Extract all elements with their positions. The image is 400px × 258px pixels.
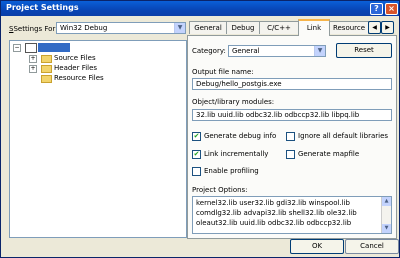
project-options-line: comdlg32.lib advapi32.lib shell32.lib ol… [196, 209, 357, 217]
tab-resource[interactable]: Resource [329, 21, 369, 34]
tree-item-label: Resource Files [54, 74, 104, 82]
tree-root-label[interactable] [38, 43, 70, 52]
link-tab-panel: Category: General ▼ Reset Output file na… [187, 35, 397, 239]
reset-button[interactable]: Reset [336, 43, 392, 58]
category-value: General [232, 47, 260, 55]
tree-item-label: Header Files [54, 64, 98, 72]
chevron-down-icon[interactable]: ▼ [174, 23, 185, 33]
tab-general[interactable]: General [189, 21, 227, 34]
cancel-button[interactable]: Cancel [345, 239, 399, 254]
generate-mapfile-checkbox[interactable] [286, 150, 295, 159]
ok-button[interactable]: OK [290, 239, 344, 254]
tab-debug[interactable]: Debug [226, 21, 260, 34]
ignore-default-libraries-label: Ignore all default libraries [298, 132, 389, 140]
project-icon [25, 43, 37, 53]
tree-item-label: Source Files [54, 54, 96, 62]
chevron-down-icon[interactable]: ▼ [314, 46, 325, 56]
enable-profiling-checkbox[interactable] [192, 167, 201, 176]
project-options-scrollbar[interactable]: ▲ ▼ [381, 197, 391, 233]
close-button[interactable]: × [385, 3, 398, 15]
expand-icon[interactable]: + [29, 65, 37, 73]
output-file-input[interactable]: Debug/hello_postgis.exe [192, 78, 392, 90]
category-combo[interactable]: General ▼ [228, 45, 326, 57]
collapse-icon[interactable]: − [13, 44, 21, 52]
scroll-down-icon[interactable]: ▼ [382, 224, 391, 233]
output-file-value: Debug/hello_postgis.exe [196, 80, 282, 88]
scroll-up-icon[interactable]: ▲ [382, 197, 391, 206]
project-tree[interactable]: − + Source Files + Header Files Resource… [9, 40, 187, 238]
tree-item-header-files[interactable]: + Header Files [29, 64, 149, 73]
tree-root[interactable]: − [13, 43, 93, 53]
project-options-line: kernel32.lib user32.lib gdi32.lib winspo… [196, 199, 350, 207]
settings-for-combo[interactable]: Win32 Debug ▼ [56, 22, 186, 34]
project-options-textarea[interactable]: kernel32.lib user32.lib gdi32.lib winspo… [192, 196, 392, 234]
project-settings-dialog: Project Settings ? × SSettings For: Win3… [0, 0, 400, 258]
tab-scroll-right-icon[interactable]: ▶ [381, 21, 394, 34]
window-title: Project Settings [6, 3, 79, 12]
tab-c-cpp[interactable]: C/C++ [259, 21, 299, 34]
project-options-label: Project Options: [192, 186, 248, 194]
ignore-default-libraries-checkbox[interactable] [286, 132, 295, 141]
modules-input[interactable]: 32.lib uuid.lib odbc32.lib odbccp32.lib … [192, 109, 392, 121]
modules-value: 32.lib uuid.lib odbc32.lib odbccp32.lib … [196, 111, 360, 119]
folder-icon [41, 65, 52, 73]
output-file-label: Output file name: [192, 68, 254, 76]
folder-icon [41, 75, 52, 83]
generate-mapfile-label: Generate mapfile [298, 150, 360, 158]
category-label: Category: [192, 47, 226, 55]
enable-profiling-label: Enable profiling [204, 167, 259, 175]
generate-debug-info-label: Generate debug info [204, 132, 277, 140]
tab-scroll-left-icon[interactable]: ◀ [368, 21, 381, 34]
modules-label: Object/library modules: [192, 98, 275, 106]
help-button[interactable]: ? [370, 3, 383, 15]
folder-icon [41, 55, 52, 63]
project-options-line: oleaut32.lib uuid.lib odbc32.lib odbccp3… [196, 219, 352, 227]
tab-link[interactable]: Link [298, 19, 330, 36]
link-incrementally-checkbox[interactable]: ✔ [192, 150, 201, 159]
generate-debug-info-checkbox[interactable]: ✔ [192, 132, 201, 141]
link-incrementally-label: Link incrementally [204, 150, 269, 158]
tree-item-source-files[interactable]: + Source Files [29, 54, 149, 63]
title-bar[interactable]: Project Settings ? × [1, 1, 399, 16]
settings-for-label: SSettings For: [9, 25, 58, 33]
expand-icon[interactable]: + [29, 55, 37, 63]
tree-item-resource-files[interactable]: Resource Files [29, 74, 149, 83]
settings-for-value: Win32 Debug [60, 24, 108, 32]
